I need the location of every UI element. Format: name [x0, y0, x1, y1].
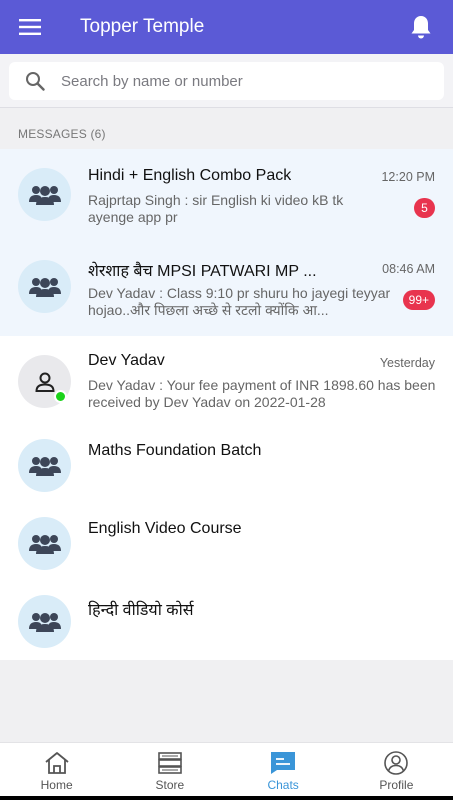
- chat-time: Yesterday: [379, 356, 435, 370]
- unread-badge: 5: [414, 198, 435, 218]
- chat-avatar: [18, 439, 71, 492]
- group-icon: [28, 612, 61, 632]
- chat-preview: Rajprtap Singh : sir English ki video kB…: [88, 192, 344, 225]
- nav-profile[interactable]: Profile: [340, 743, 453, 797]
- chat-name: Maths Foundation Batch: [88, 442, 262, 459]
- chat-item[interactable]: English Video Course: [0, 504, 453, 582]
- app-bar: Topper Temple: [0, 0, 453, 54]
- bell-icon: [411, 16, 431, 39]
- hamburger-icon: [19, 19, 41, 35]
- messages-count-label: MESSAGES (6): [18, 127, 106, 141]
- store-icon: [158, 752, 182, 774]
- chat-item[interactable]: शेरशाह बैच MPSI PATWARI MP ... 08:46 AM …: [0, 241, 453, 336]
- nav-chats[interactable]: Chats: [227, 743, 340, 797]
- chat-name: हिन्दी वीडियो कोर्स: [88, 602, 194, 619]
- group-icon: [28, 534, 61, 554]
- chat-item[interactable]: हिन्दी वीडियो कोर्स: [0, 582, 453, 660]
- chat-name: Dev Yadav: [88, 352, 165, 369]
- nav-store-label: Store: [155, 778, 185, 792]
- group-icon: [28, 185, 61, 205]
- chat-item[interactable]: Hindi + English Combo Pack 12:20 PM Rajp…: [0, 149, 453, 241]
- messages-section-header: MESSAGES (6): [0, 109, 453, 149]
- user-icon: [34, 372, 55, 392]
- system-bar: [0, 796, 453, 800]
- chat-avatar: [18, 517, 71, 570]
- chat-name: Hindi + English Combo Pack: [88, 167, 292, 184]
- chat-time: 08:46 AM: [382, 262, 435, 276]
- group-icon: [28, 456, 61, 476]
- nav-store[interactable]: Store: [113, 743, 226, 797]
- online-status-dot: [54, 390, 67, 403]
- search-bar: [0, 54, 453, 108]
- chat-preview: Dev Yadav : Your fee payment of INR 1898…: [88, 377, 436, 410]
- chat-time: 12:20 PM: [381, 170, 435, 184]
- chat-item[interactable]: Dev Yadav Yesterday Dev Yadav : Your fee…: [0, 336, 453, 426]
- search-box[interactable]: [9, 62, 444, 100]
- nav-home-label: Home: [40, 778, 73, 792]
- chat-avatar: [18, 595, 71, 648]
- chat-name: शेरशाह बैच MPSI PATWARI MP ...: [88, 263, 317, 280]
- nav-profile-label: Profile: [379, 778, 414, 792]
- search-input[interactable]: [61, 72, 401, 90]
- group-icon: [28, 277, 61, 297]
- chat-avatar: [18, 260, 71, 313]
- home-icon: [45, 752, 69, 774]
- notifications-button[interactable]: [409, 14, 433, 40]
- nav-chats-label: Chats: [267, 778, 299, 792]
- menu-button[interactable]: [0, 0, 60, 54]
- chat-item[interactable]: Maths Foundation Batch: [0, 426, 453, 504]
- nav-home[interactable]: Home: [0, 743, 113, 797]
- chat-avatar: [18, 168, 71, 221]
- profile-icon: [384, 751, 409, 775]
- chat-list: Hindi + English Combo Pack 12:20 PM Rajp…: [0, 149, 453, 660]
- chat-icon: [271, 752, 296, 774]
- bottom-navigation: Home Store Chats Profile: [0, 742, 453, 796]
- chat-preview: Dev Yadav : Class 9:10 pr shuru ho jayeg…: [88, 285, 391, 318]
- chat-name: English Video Course: [88, 520, 242, 537]
- app-title: Topper Temple: [80, 16, 205, 37]
- unread-badge: 99+: [402, 290, 435, 310]
- search-icon: [26, 72, 45, 91]
